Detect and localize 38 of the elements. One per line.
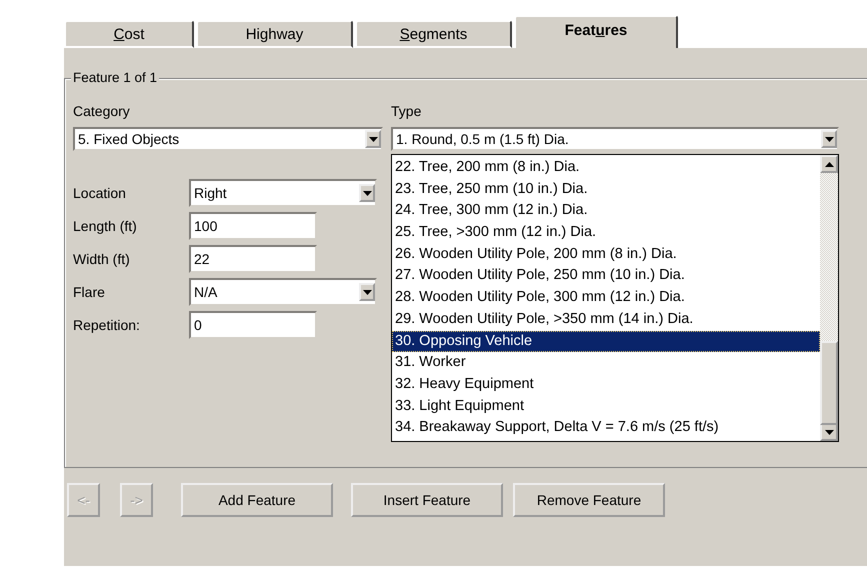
list-item[interactable]: 24. Tree, 300 mm (12 in.) Dia. (392, 200, 820, 222)
input-field[interactable]: 100 (189, 212, 317, 240)
list-item[interactable]: 25. Tree, >300 mm (12 in.) Dia. (392, 222, 820, 244)
group-title: Feature 1 of 1 (71, 70, 160, 85)
button[interactable]: Insert Feature (351, 483, 503, 517)
list-item[interactable]: 33. Light Equipment (392, 396, 820, 418)
scrollbar[interactable] (820, 155, 838, 441)
button[interactable]: Add Feature (181, 483, 333, 517)
category-dropdown[interactable]: 5. Fixed Objects (73, 127, 383, 151)
button[interactable]: Remove Feature (513, 483, 665, 517)
field-label: Repetition: (73, 317, 141, 333)
tab[interactable]: Features (514, 15, 678, 48)
tab[interactable]: Highway (196, 20, 353, 48)
list-item[interactable]: 26. Wooden Utility Pole, 200 mm (8 in.) Dia. (392, 244, 820, 266)
type-label: Type (391, 103, 422, 121)
dropdown[interactable]: N/A (189, 278, 377, 306)
list-item[interactable]: 34. Breakaway Support, Delta V = 7.6 m/s (25 ft/s) (392, 417, 820, 439)
list-item[interactable]: 28. Wooden Utility Pole, 300 mm (12 in.) Dia. (392, 287, 820, 309)
list-item[interactable]: 23. Tree, 250 mm (10 in.) Dia. (392, 178, 820, 200)
input-field[interactable]: 22 (189, 245, 317, 273)
category-label: Category (73, 103, 131, 121)
list-item[interactable]: 30. Opposing Vehicle (392, 330, 820, 352)
list-item[interactable]: 27. Wooden Utility Pole, 250 mm (10 in.) Dia. (392, 265, 820, 288)
field-label: Width (ft) (73, 251, 131, 267)
list-item[interactable]: 32. Heavy Equipment (392, 374, 820, 396)
input-field[interactable]: 0 (189, 311, 317, 339)
dropdown[interactable]: Right (189, 179, 377, 207)
tab[interactable]: Cost (64, 20, 194, 48)
scroll-up-icon[interactable] (820, 155, 838, 173)
field-label: Length (ft) (73, 218, 138, 234)
type-dropdown[interactable]: 1. Round, 0.5 m (1.5 ft) Dia. (391, 127, 839, 151)
field-label: Location (73, 185, 127, 201)
list-item[interactable]: 22. Tree, 200 mm (8 in.) Dia. (392, 157, 820, 179)
field-label: Flare (73, 284, 106, 300)
tab[interactable]: Segments (355, 20, 512, 48)
scroll-thumb[interactable] (820, 341, 838, 425)
list-item[interactable]: 31. Worker (392, 352, 820, 374)
list-item[interactable]: 29. Wooden Utility Pole, >350 mm (14 in.) Dia. (392, 308, 820, 330)
